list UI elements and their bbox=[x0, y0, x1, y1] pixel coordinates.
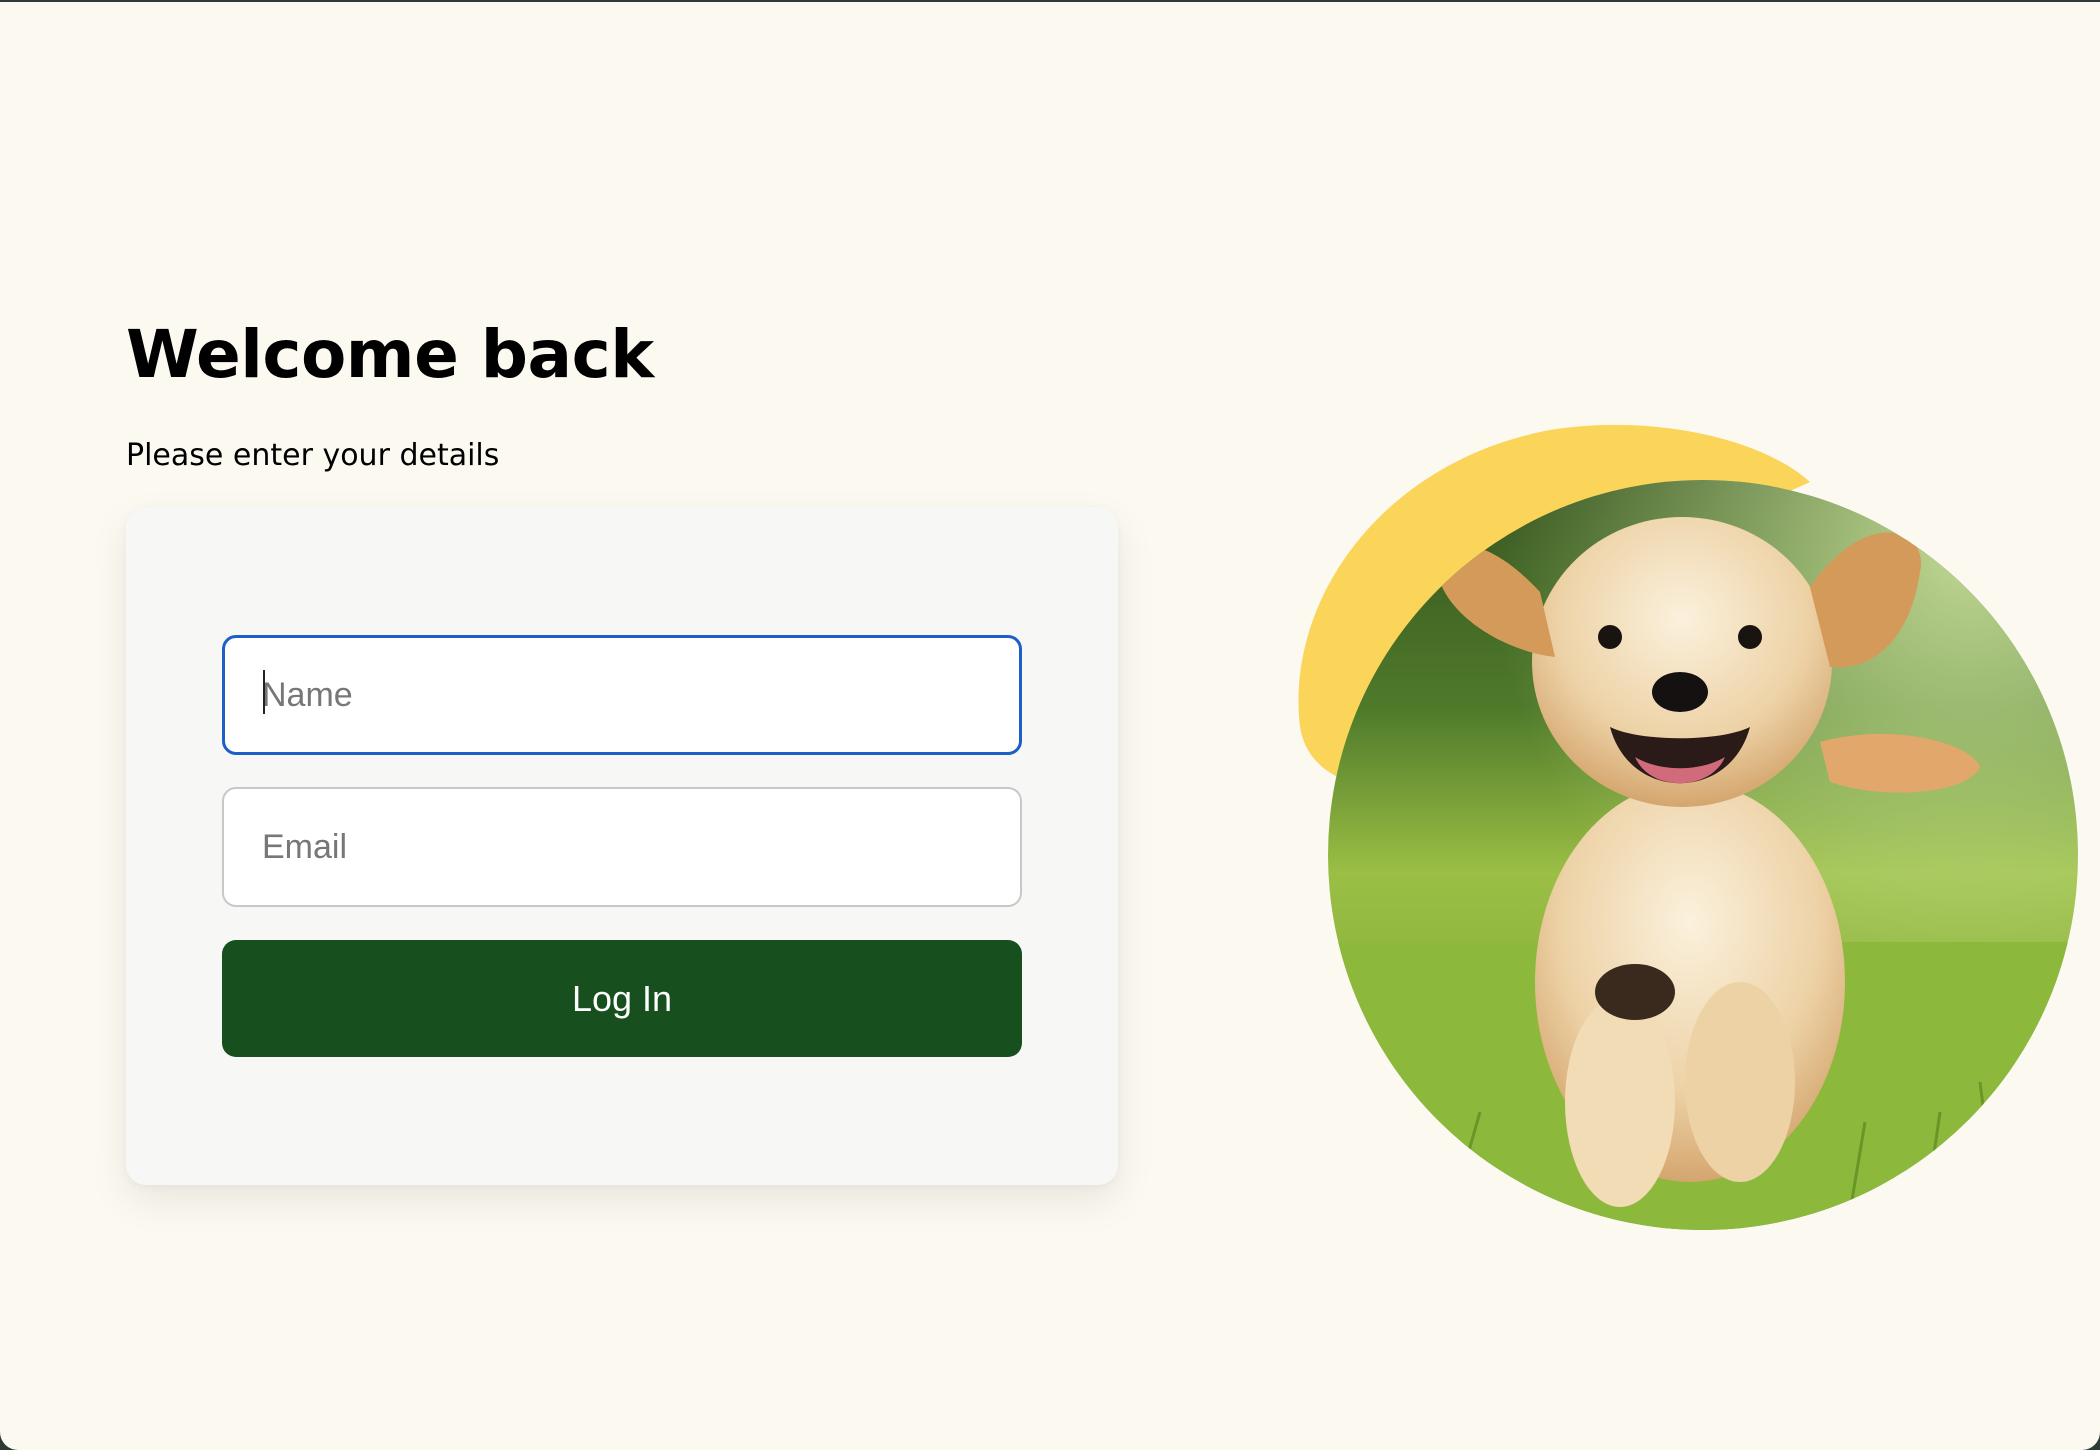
email-input[interactable] bbox=[222, 787, 1022, 907]
page-title: Welcome back bbox=[126, 316, 654, 393]
login-page: Welcome back Please enter your details L… bbox=[0, 2, 2100, 1450]
text-caret bbox=[263, 670, 265, 714]
name-input[interactable] bbox=[222, 635, 1022, 755]
login-button[interactable]: Log In bbox=[222, 940, 1022, 1057]
hero-illustration bbox=[1290, 422, 2090, 1242]
puppy-image bbox=[1298, 424, 2078, 1230]
page-subtitle: Please enter your details bbox=[126, 438, 500, 473]
login-card: Log In bbox=[126, 507, 1118, 1185]
